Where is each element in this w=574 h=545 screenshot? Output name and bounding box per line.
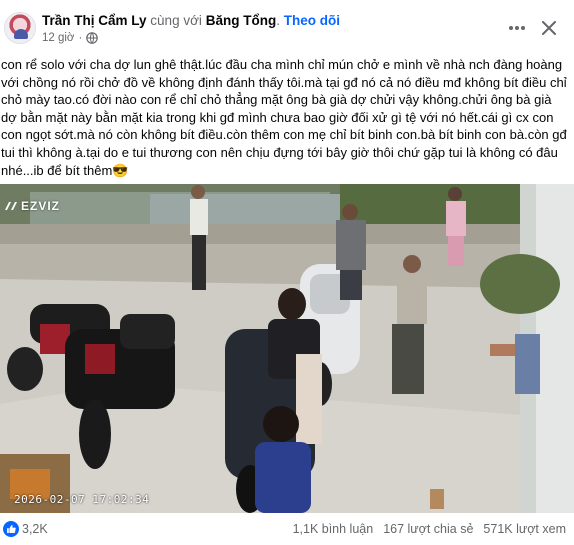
author-line: Trần Thị Cẩm Ly cùng với Băng Tổng. Theo…	[42, 13, 340, 29]
cctv-scene	[0, 184, 574, 513]
view-count: 571K lượt xem	[483, 522, 566, 536]
person-back-left	[190, 185, 208, 290]
like-reaction-icon[interactable]	[3, 521, 19, 537]
post-header: Trần Thị Cẩm Ly cùng với Băng Tổng. Theo…	[0, 0, 574, 52]
share-count[interactable]: 167 lượt chia sẻ	[383, 522, 473, 536]
post-text: con rể solo với cha dợ lun ghê thật.lúc …	[1, 57, 567, 178]
ezviz-brand: EZVIZ	[21, 199, 61, 213]
ezviz-watermark: EZVIZ	[4, 199, 60, 213]
post-photo[interactable]: EZVIZ 2026-02-07 17:02:34	[0, 184, 574, 513]
tagged-user[interactable]: Băng Tổng	[206, 13, 277, 28]
follow-button[interactable]: Theo dõi	[284, 13, 340, 28]
post-footer: 3,2K 1,1K bình luận 167 lượt chia sẻ 571…	[0, 514, 574, 545]
close-icon[interactable]	[537, 16, 561, 40]
post-time[interactable]: 12 giờ	[42, 32, 74, 44]
globe-icon[interactable]	[86, 32, 99, 44]
author-name[interactable]: Trần Thị Cẩm Ly	[42, 13, 147, 28]
post-stats: 1,1K bình luận 167 lượt chia sẻ 571K lượ…	[293, 522, 566, 536]
more-horizontal-icon[interactable]	[505, 18, 529, 38]
person-pointing	[392, 255, 427, 394]
with-text: cùng với	[150, 13, 202, 28]
facebook-post: Trần Thị Cẩm Ly cùng với Băng Tổng. Theo…	[0, 0, 574, 545]
camera-timestamp: 2026-02-07 17:02:34	[14, 493, 150, 506]
comment-count[interactable]: 1,1K bình luận	[293, 522, 374, 536]
ezviz-logo-icon	[5, 202, 17, 210]
meta-dot: ·	[78, 32, 83, 44]
separator: .	[276, 13, 280, 28]
avatar[interactable]	[4, 12, 36, 44]
post-meta: 12 giờ ·	[42, 32, 99, 44]
reaction-count[interactable]: 3,2K	[22, 522, 48, 536]
